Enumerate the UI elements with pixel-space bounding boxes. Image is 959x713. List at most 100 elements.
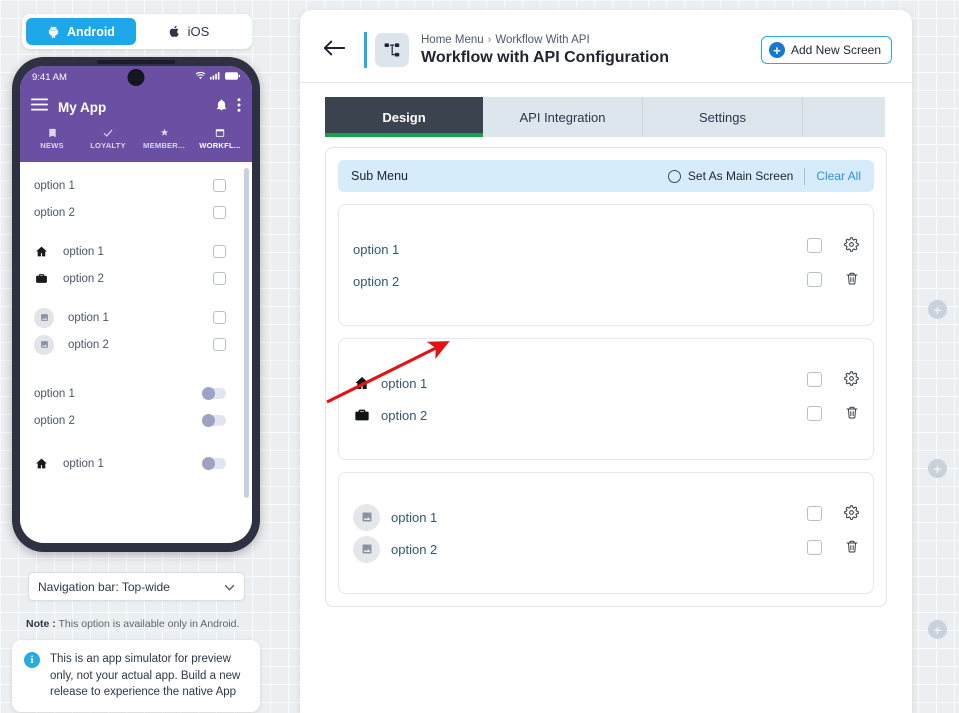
list-item-checkbox[interactable] [213,245,226,258]
home-icon [34,457,49,470]
navigation-bar-select[interactable]: Navigation bar: Top-wide [28,572,245,601]
group-controls [807,233,859,287]
list-item-label: option 1 [34,387,75,400]
phone-group-icon: option 1 option 2 [20,238,252,292]
table-row[interactable]: option 1 [353,367,859,399]
list-item-checkbox[interactable] [213,272,226,285]
list-item-toggle[interactable] [202,387,226,400]
list-item-label: option 1 [63,457,104,470]
row-checkbox[interactable] [807,540,822,555]
table-row[interactable]: option 1 [353,233,859,265]
phone-tab-membership[interactable]: MEMBER... [136,126,192,150]
phone-scrollbar[interactable] [244,168,249,498]
group-checkboxes [807,367,822,421]
home-icon [353,375,370,391]
edge-add-button[interactable]: + [928,300,947,319]
list-item-label: option 2 [34,206,75,219]
list-item[interactable]: option 1 [34,304,238,331]
phone-tab-label: LOYALTY [90,141,126,150]
phone-group-plain: option 1 option 2 [20,172,252,226]
divider [804,167,806,185]
note-text: This option is available only in Android… [55,618,240,630]
list-item-toggle[interactable] [202,414,226,427]
sub-menu-title: Sub Menu [351,169,408,183]
list-item[interactable]: option 2 [34,331,238,358]
phone-tab-label: MEMBER... [143,141,185,150]
simulator-info-text: This is an app simulator for preview onl… [50,653,241,699]
set-as-main-screen-label[interactable]: Set As Main Screen [688,169,793,183]
header-titles: Home Menu › Workflow With API Workflow w… [421,34,761,67]
clear-all-button[interactable]: Clear All [816,169,861,183]
overflow-menu-icon[interactable] [237,97,241,117]
platform-ios-label: iOS [187,24,210,39]
list-item-toggle[interactable] [202,457,226,470]
group-rows: option 1 option 2 [353,233,859,297]
header-accent-bar [364,32,367,68]
signal-icon [210,71,221,83]
edge-add-button[interactable]: + [928,459,947,478]
list-item-label: option 1 [34,179,75,192]
android-only-note: Note : This option is available only in … [26,618,239,630]
phone-group-toggle-plain: option 1 option 2 [20,380,252,434]
briefcase-icon [34,272,49,285]
breadcrumb-root[interactable]: Home Menu [421,34,484,46]
platform-android-button[interactable]: Android [26,18,136,45]
phone-tab-label: WORKFL... [199,141,241,150]
tab-design[interactable]: Design [325,97,483,137]
briefcase-icon [353,407,370,423]
platform-android-label: Android [67,24,115,39]
phone-group-toggle-icon: option 1 [20,450,252,477]
set-as-main-screen-radio[interactable] [667,169,681,183]
simulator-panel: Android iOS 9:41 AM My App NEWS LOYALTY … [0,0,290,713]
trash-icon[interactable] [845,539,859,554]
tab-api-integration[interactable]: API Integration [483,97,643,137]
phone-group-avatar: option 1 option 2 [20,304,252,358]
gear-icon[interactable] [844,371,859,386]
phone-tab-news[interactable]: NEWS [24,126,80,150]
trash-icon[interactable] [845,405,859,420]
list-item-checkbox[interactable] [213,179,226,192]
list-item-checkbox[interactable] [213,311,226,324]
row-checkbox[interactable] [807,506,822,521]
list-item[interactable]: option 1 [34,450,238,477]
edge-add-button[interactable]: + [928,620,947,639]
window-icon [215,126,225,139]
list-item-checkbox[interactable] [213,338,226,351]
phone-tab-workflow[interactable]: WORKFL... [192,126,248,150]
hamburger-menu-icon[interactable] [31,98,48,116]
list-item[interactable]: option 1 [34,238,238,265]
battery-icon [225,71,240,83]
table-row[interactable]: option 1 [353,501,859,533]
row-checkbox[interactable] [807,406,822,421]
list-item[interactable]: option 1 [34,172,238,199]
android-icon [47,25,60,39]
table-row[interactable]: option 2 [353,265,859,297]
gear-icon[interactable] [844,237,859,252]
status-indicators [195,71,240,83]
apple-icon [168,24,181,39]
list-item[interactable]: option 2 [34,199,238,226]
bell-icon[interactable] [215,98,228,117]
gear-icon[interactable] [844,505,859,520]
list-item[interactable]: option 2 [34,407,238,434]
trash-icon[interactable] [845,271,859,286]
appbar-actions [215,97,241,117]
arrow-left-icon[interactable] [322,39,346,61]
page-header: Home Menu › Workflow With API Workflow w… [300,10,912,83]
row-checkbox[interactable] [807,272,822,287]
phone-tab-loyalty[interactable]: LOYALTY [80,126,136,150]
table-row[interactable]: option 2 [353,399,859,431]
row-checkbox[interactable] [807,372,822,387]
table-row[interactable]: option 2 [353,533,859,565]
tab-settings[interactable]: Settings [643,97,803,137]
row-checkbox[interactable] [807,238,822,253]
tab-label: Settings [699,109,746,125]
phone-content: option 1 option 2 option 1 option 2 opti… [20,162,252,543]
list-item[interactable]: option 2 [34,265,238,292]
list-item-checkbox[interactable] [213,206,226,219]
add-new-screen-button[interactable]: + Add New Screen [760,36,892,64]
platform-ios-button[interactable]: iOS [136,18,241,45]
workflow-configuration-panel: Home Menu › Workflow With API Workflow w… [300,10,912,713]
list-item[interactable]: option 1 [34,380,238,407]
